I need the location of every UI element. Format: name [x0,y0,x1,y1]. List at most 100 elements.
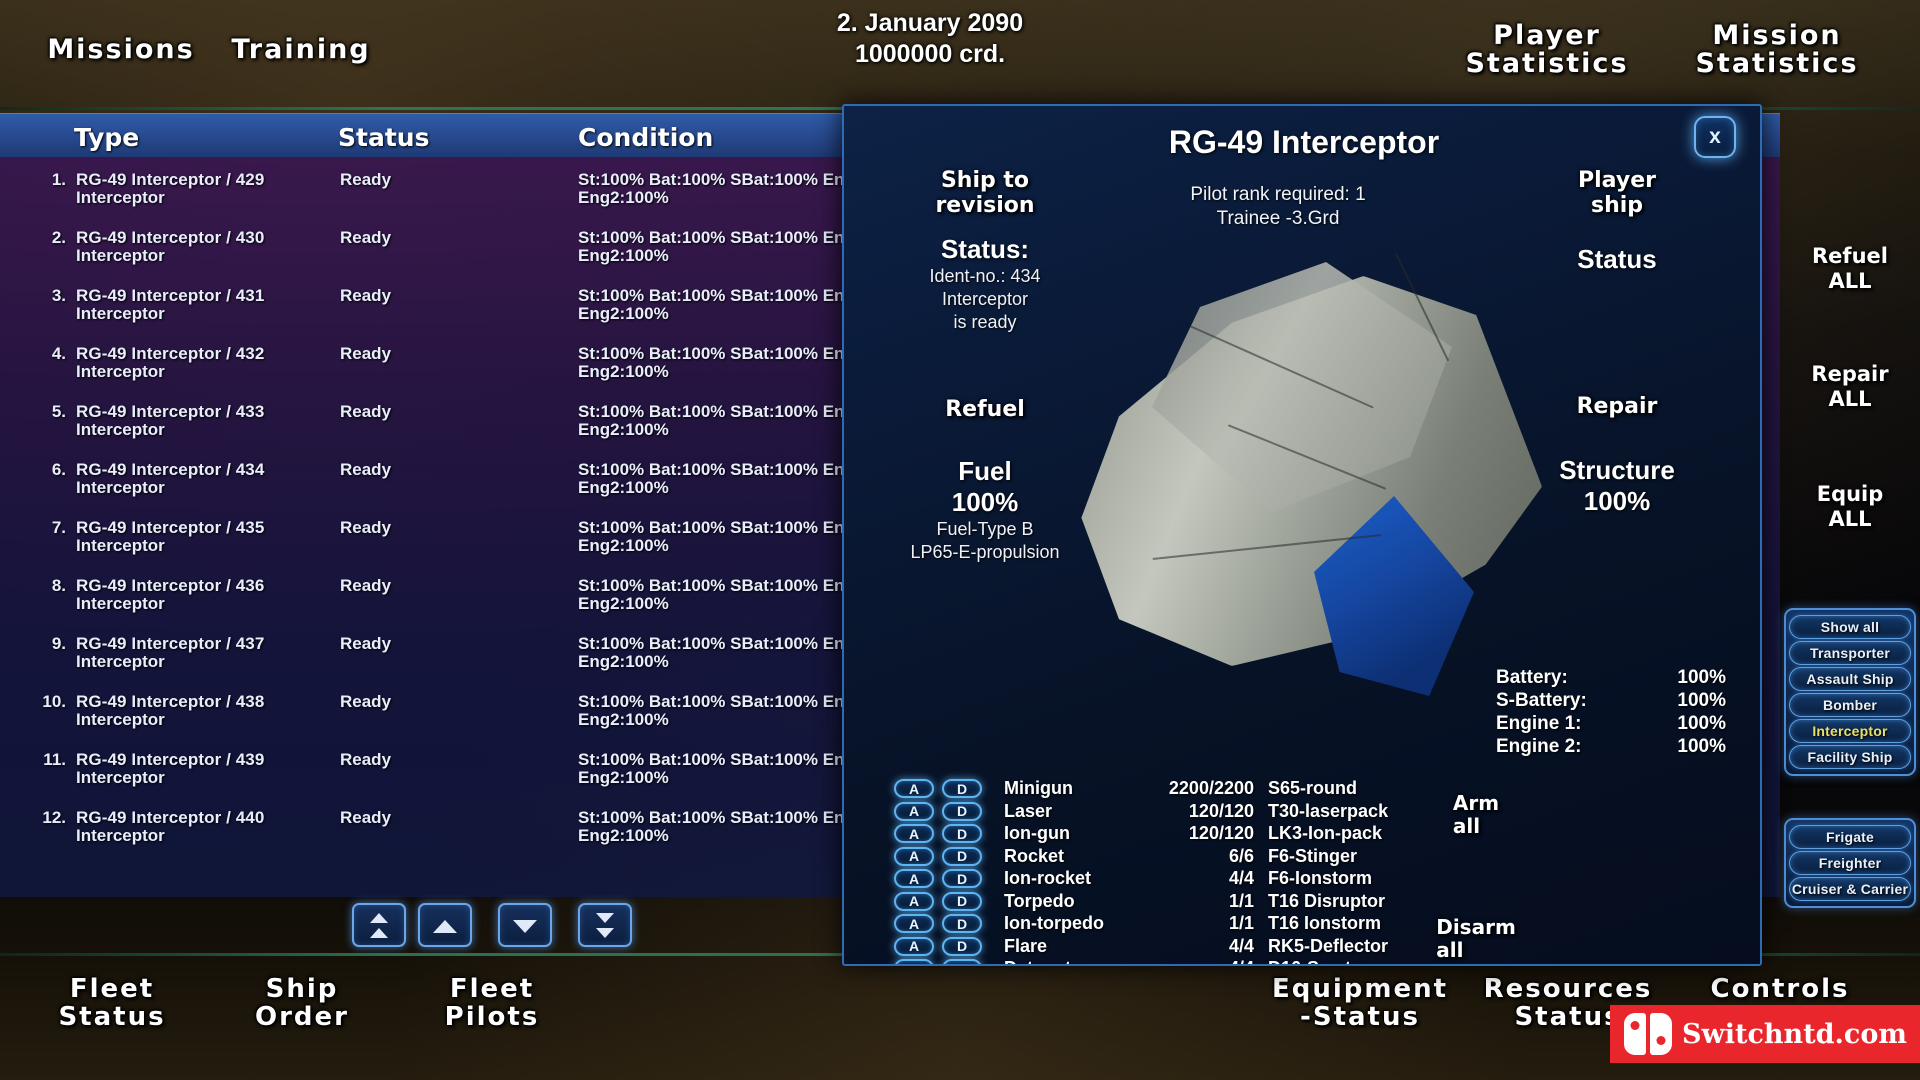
repair-all-button[interactable]: Repair ALL [1786,341,1914,433]
weapon-disarm-button[interactable]: D [942,891,982,911]
scroll-down-button[interactable] [498,903,552,947]
status-ready: is ready [953,312,1017,332]
weapon-disarm-button[interactable]: D [942,869,982,888]
row-ship-class: Interceptor [76,826,165,845]
weapon-arm-button[interactable]: A [894,824,934,843]
bottom-nav-fleet-pilots[interactable]: Fleet Pilots [402,963,582,1040]
row-status: Ready [340,460,392,479]
bottom-nav-fleet-status[interactable]: Fleet Status [22,975,202,1031]
player-ship-button[interactable]: Player ship [1502,150,1732,236]
scroll-up-button[interactable] [418,903,472,947]
filter-freighter[interactable]: Freighter [1789,851,1911,875]
row-ship-name: RG-49 Interceptor / 433 [76,402,265,421]
ship-to-revision-button[interactable]: Ship to revision [870,150,1100,236]
ship-order-line2: Order [255,1002,349,1033]
top-nav-mission-statistics[interactable]: Mission Statistics [1672,15,1882,86]
row-ship-name: RG-49 Interceptor / 431 [76,286,265,305]
filter-frigate[interactable]: Frigate [1789,825,1911,849]
stat-label: Engine 1: [1496,713,1582,734]
row-status: Ready [340,518,392,537]
fleet-status-line2: Status [58,1002,166,1033]
repair-all-line2: ALL [1828,387,1872,411]
fleet-pilots-line2: Pilots [444,1002,540,1033]
weapon-disarm-button[interactable]: D [942,936,982,956]
equip-all-line1: Equip [1816,482,1884,506]
weapon-arm-button[interactable]: A [894,846,934,866]
column-header-type: Type [74,123,140,152]
stat-value: 100% [1677,713,1726,734]
repair-button[interactable]: Repair [1502,363,1732,449]
bottom-nav-controls[interactable]: Controls [1680,975,1880,1003]
filter-transporter[interactable]: Transporter [1789,641,1911,665]
weapon-arm-button[interactable]: A [894,936,934,956]
weapon-arm-button[interactable]: A [894,914,934,933]
bottom-nav-ship-order[interactable]: Ship Order [212,975,392,1031]
arm-all-button[interactable]: Arm all [1416,778,1536,852]
top-nav-player-statistics[interactable]: Player Statistics [1452,11,1642,90]
fuel-value: 100% [951,487,1019,517]
top-nav-missions-label: Missions [47,34,195,65]
weapon-arm-button[interactable]: A [894,801,934,821]
row-ship-class: Interceptor [76,420,165,439]
weapon-disarm-button[interactable]: D [942,824,982,843]
weapon-disarm-button[interactable]: D [942,846,982,866]
top-nav-missions[interactable]: Missions [38,2,204,99]
weapon-arm-button[interactable]: A [894,779,934,798]
row-condition-line2: Eng2:100% [578,536,669,555]
weapon-disarm-button[interactable]: D [942,959,982,964]
stat-value: 100% [1677,690,1726,711]
filter-interceptor[interactable]: Interceptor [1789,719,1911,743]
filter-assault-ship[interactable]: Assault Ship [1789,667,1911,691]
weapon-ammo: 6/6 [1228,845,1254,866]
row-status: Ready [340,750,392,769]
right-status-heading: Status [1577,244,1657,274]
row-condition-line2: Eng2:100% [578,304,669,323]
weapon-ammo: 120/120 [1188,823,1254,843]
mission-statistics-line1: Mission [1712,20,1842,51]
row-ship-class: Interceptor [76,478,165,497]
weapon-arm-button[interactable]: A [894,891,934,911]
bottom-nav-equipment-status[interactable]: Equipment -Status [1240,975,1480,1031]
page-up-button[interactable] [352,903,406,947]
filter-facility-ship[interactable]: Facility Ship [1789,745,1911,769]
weapon-type: T16 Disruptor [1268,890,1386,911]
column-header-condition: Condition [578,123,714,152]
row-ship-name: RG-49 Interceptor / 429 [76,170,265,189]
row-status: Ready [340,344,392,363]
top-nav-training[interactable]: Training [218,1,384,100]
refuel-button[interactable]: Refuel [870,361,1100,452]
row-index: 9. [51,634,66,653]
watermark-text: Switchntd.com [1682,1018,1907,1050]
row-condition-line2: Eng2:100% [578,710,669,729]
page-down-button[interactable] [578,903,632,947]
refuel-label: Refuel [945,396,1025,422]
ship-class-filter-secondary: Frigate Freighter Cruiser & Carrier [1784,818,1916,908]
filter-bomber[interactable]: Bomber [1789,693,1911,717]
row-condition-line2: Eng2:100% [578,420,669,439]
filter-show-all[interactable]: Show all [1789,615,1911,639]
stat-row: Battery: 100% [1496,666,1746,689]
weapon-arm-button[interactable]: A [894,869,934,888]
row-index: 8. [51,576,66,595]
ship-detail-dialog: RG-49 Interceptor x Pilot rank required:… [842,104,1762,966]
row-status: Ready [340,634,392,653]
weapon-disarm-button[interactable]: D [942,801,982,821]
structure-value: 100% [1583,486,1651,516]
propulsion-type: LP65-E-propulsion [910,542,1060,562]
weapon-arm-button[interactable]: A [894,959,934,964]
stat-value: 100% [1677,667,1726,688]
weapon-disarm-button[interactable]: D [942,914,982,933]
stat-row: Engine 1: 100% [1496,712,1746,735]
equip-all-button[interactable]: Equip ALL [1786,461,1914,553]
row-ship-class: Interceptor [76,188,165,207]
resources-status-line1: Resources [1483,974,1653,1004]
row-index: 7. [51,518,66,537]
disarm-all-button[interactable]: Disarm all [1416,902,1536,964]
stat-row: S-Battery: 100% [1496,689,1746,712]
disarm-all-line1: Disarm [1436,915,1516,939]
weapon-disarm-button[interactable]: D [942,779,982,798]
row-status: Ready [340,692,392,711]
refuel-all-button[interactable]: Refuel ALL [1786,221,1914,315]
filter-cruiser-carrier[interactable]: Cruiser & Carrier [1789,877,1911,901]
arm-all-line1: Arm [1452,791,1500,815]
